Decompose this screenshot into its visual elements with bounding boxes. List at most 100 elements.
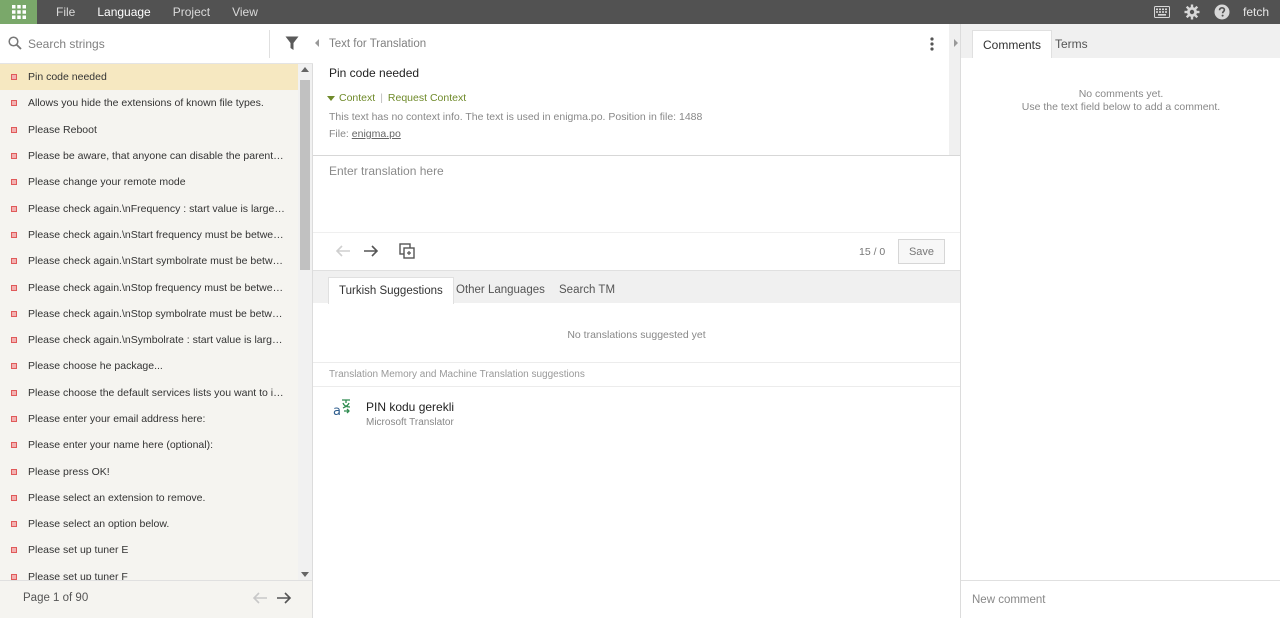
list-item[interactable]: Please be aware, that anyone can disable… [0, 143, 298, 169]
list-item-label: Please Reboot [28, 123, 97, 136]
list-item[interactable]: Please enter your email address here: [0, 406, 298, 432]
untranslated-status-icon [11, 494, 17, 501]
divider [313, 362, 960, 363]
collapse-left-icon[interactable] [315, 39, 319, 47]
untranslated-status-icon [11, 205, 17, 212]
more-options-icon[interactable] [925, 36, 939, 52]
new-comment-input[interactable] [972, 591, 1270, 609]
svg-text:a: a [333, 404, 341, 418]
comment-box [961, 580, 1280, 618]
untranslated-status-icon [11, 547, 17, 554]
list-item-label: Please enter your name here (optional): [28, 439, 214, 452]
untranslated-status-icon [11, 468, 17, 475]
file-label: File: [329, 128, 349, 140]
scrollbar-thumb[interactable] [300, 80, 310, 270]
untranslated-status-icon [11, 573, 17, 580]
request-context-link[interactable]: Request Context [388, 92, 466, 104]
save-button[interactable]: Save [898, 239, 945, 264]
list-item[interactable]: Please check again.\nStop frequency must… [0, 274, 298, 300]
empty-suggestions-message: No translations suggested yet [567, 329, 706, 341]
scroll-down-icon[interactable] [301, 572, 309, 577]
list-item[interactable]: Please check again.\nSymbolrate : start … [0, 327, 298, 353]
list-item-label: Please select an option below. [28, 518, 170, 531]
keyboard-icon[interactable] [1147, 0, 1177, 24]
list-item[interactable]: Please check again.\nStart symbolrate mu… [0, 248, 298, 274]
empty-comments-hint: Use the text field below to add a commen… [1021, 101, 1221, 113]
list-item[interactable]: Please select an option below. [0, 511, 298, 537]
list-item-label: Pin code needed [28, 71, 107, 84]
tm-suggestion-text[interactable]: PIN kodu gerekli [366, 400, 454, 414]
list-item-label: Please check again.\nSymbolrate : start … [28, 334, 286, 347]
tab-search-tm[interactable]: Search TM [549, 277, 625, 304]
file-info: File: enigma.po [329, 128, 401, 140]
menu-file[interactable]: File [45, 0, 86, 24]
tab-comments[interactable]: Comments [972, 30, 1053, 58]
untranslated-status-icon [11, 153, 17, 160]
collapse-right-icon[interactable] [954, 39, 958, 47]
list-item-label: Please check again.\nFrequency : start v… [28, 202, 286, 215]
list-item[interactable]: Please enter your name here (optional): [0, 432, 298, 458]
source-text: Pin code needed [329, 66, 420, 80]
list-item[interactable]: Please press OK! [0, 458, 298, 484]
untranslated-status-icon [11, 284, 17, 291]
arrow-right-icon[interactable] [276, 591, 292, 605]
list-item[interactable]: Please set up tuner F [0, 564, 298, 580]
list-item-label: Please check again.\nStart symbolrate mu… [28, 255, 286, 268]
list-item-label: Please set up tuner F [28, 570, 128, 580]
search-input[interactable] [28, 35, 263, 53]
list-item[interactable]: Pin code needed [0, 64, 298, 91]
top-right-tools: fetch [1147, 0, 1280, 24]
list-item[interactable]: Please check again.\nFrequency : start v… [0, 195, 298, 221]
divider [269, 30, 270, 58]
search-bar [0, 24, 313, 64]
untranslated-status-icon [11, 179, 17, 186]
tab-other-languages[interactable]: Other Languages [446, 277, 555, 304]
list-item-label: Please be aware, that anyone can disable… [28, 150, 286, 163]
untranslated-status-icon [11, 310, 17, 317]
previous-string-icon[interactable] [335, 244, 351, 258]
file-link[interactable]: enigma.po [352, 128, 401, 140]
untranslated-status-icon [11, 126, 17, 133]
list-item-label: Please check again.\nStop frequency must… [28, 281, 286, 294]
untranslated-status-icon [11, 416, 17, 422]
list-item[interactable]: Allows you hide the extensions of known … [0, 90, 298, 116]
list-item[interactable]: Please check again.\nStart frequency mus… [0, 222, 298, 248]
tab-terms[interactable]: Terms [1045, 30, 1098, 58]
untranslated-status-icon [11, 389, 17, 396]
translation-input[interactable] [329, 164, 944, 224]
copy-source-icon[interactable] [399, 243, 415, 259]
tab-turkish-suggestions[interactable]: Turkish Suggestions [328, 277, 454, 304]
context-toggle[interactable]: Context [339, 92, 375, 104]
menu-project[interactable]: Project [162, 0, 221, 24]
apps-grid-button[interactable] [0, 0, 37, 24]
caret-down-icon[interactable] [327, 95, 335, 101]
next-string-icon[interactable] [363, 244, 379, 258]
filter-icon[interactable] [285, 36, 299, 51]
list-item[interactable]: Please choose the default services lists… [0, 380, 298, 406]
list-item-label: Please check again.\nStart frequency mus… [28, 228, 286, 241]
string-list-scrollbar[interactable] [298, 64, 312, 580]
context-info: This text has no context info. The text … [329, 111, 703, 123]
list-item[interactable]: Please set up tuner E [0, 537, 298, 563]
arrow-left-icon[interactable] [252, 591, 268, 605]
list-item[interactable]: Please check again.\nStop symbolrate mus… [0, 301, 298, 327]
list-item[interactable]: Please change your remote mode [0, 169, 298, 195]
list-item-label: Please set up tuner E [28, 544, 129, 557]
context-row: Context | Request Context [327, 92, 466, 104]
divider [313, 386, 960, 387]
user-menu[interactable]: fetch [1237, 0, 1280, 24]
list-item[interactable]: Please choose he package... [0, 353, 298, 379]
empty-comments-message: No comments yet. [1078, 88, 1164, 100]
search-icon [8, 36, 22, 50]
untranslated-status-icon [11, 363, 17, 370]
page-info: Page 1 of 90 [23, 592, 89, 604]
main-menu: File Language Project View [45, 0, 269, 24]
scroll-up-icon[interactable] [301, 67, 309, 72]
list-item[interactable]: Please select an extension to remove. [0, 485, 298, 511]
menu-language[interactable]: Language [86, 0, 161, 24]
top-bar: File Language Project View fetch [0, 0, 1280, 24]
help-icon[interactable] [1207, 0, 1237, 24]
menu-view[interactable]: View [221, 0, 269, 24]
list-item[interactable]: Please Reboot [0, 117, 298, 143]
gear-icon[interactable] [1177, 0, 1207, 24]
